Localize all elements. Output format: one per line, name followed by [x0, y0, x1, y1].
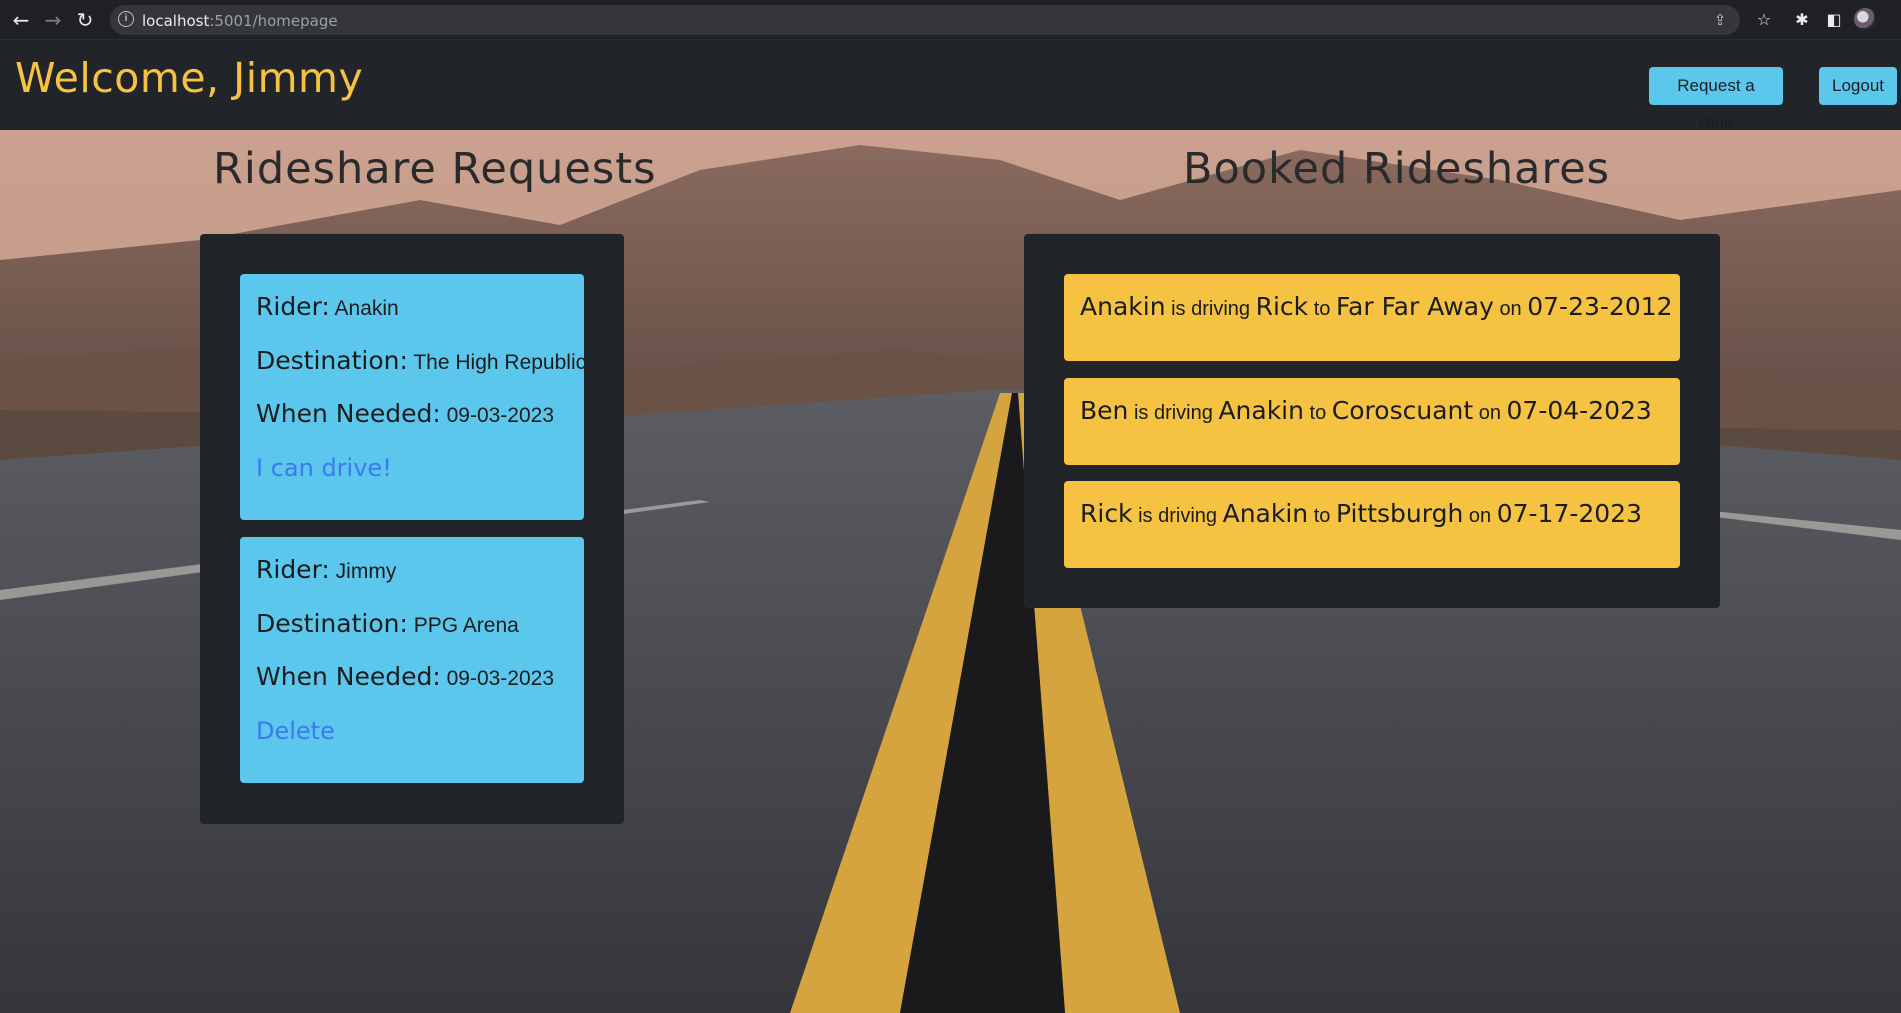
ride-date: 07-04-2023	[1506, 396, 1652, 425]
word-driving: is driving	[1133, 402, 1213, 424]
i-can-drive-link[interactable]: I can drive!	[256, 454, 392, 482]
delete-link[interactable]: Delete	[256, 717, 335, 745]
ride-date: 07-23-2012	[1527, 292, 1673, 321]
app-header: Welcome, Jimmy Request a Ride Logout	[0, 40, 1901, 133]
share-icon[interactable]: ⇪	[1710, 10, 1730, 30]
booked-summary: Ben is driving Anakin to Coroscuant on 0…	[1080, 396, 1652, 425]
destination-label: Destination:	[256, 609, 408, 638]
rider-name: Anakin	[1218, 396, 1304, 425]
back-icon[interactable]: ←	[8, 7, 34, 33]
rider-value: Jimmy	[335, 560, 397, 583]
booked-card: Rick is driving Anakin to Pittsburgh on …	[1064, 481, 1680, 568]
url-path: :5001/homepage	[209, 12, 338, 30]
destination-label: Destination:	[256, 346, 408, 375]
destination-row: Destination: The High Republic	[256, 346, 586, 375]
word-driving: is driving	[1138, 505, 1218, 527]
browser-toolbar: ← → ↻ i localhost:5001/homepage ⇪ ☆ ✱ ◧	[0, 0, 1901, 40]
destination-name: Pittsburgh	[1335, 499, 1464, 528]
driver-name: Ben	[1080, 396, 1129, 425]
desert-road-background: Rideshare Requests Booked Rideshares Rid…	[0, 130, 1901, 1013]
driver-name: Anakin	[1080, 292, 1166, 321]
word-on: on	[1468, 505, 1492, 527]
rider-name: Anakin	[1222, 499, 1309, 528]
when-row: When Needed: 09-03-2023	[256, 662, 554, 691]
reload-icon[interactable]: ↻	[72, 7, 98, 33]
forward-icon[interactable]: →	[40, 7, 66, 33]
word-on: on	[1478, 402, 1501, 424]
when-value: 09-03-2023	[446, 667, 555, 690]
site-info-icon[interactable]: i	[118, 11, 134, 27]
when-row: When Needed: 09-03-2023	[256, 399, 554, 428]
word-on: on	[1499, 298, 1522, 320]
word-to: to	[1309, 402, 1327, 424]
url-host: localhost	[142, 12, 210, 30]
booked-title: Booked Rideshares	[1183, 144, 1611, 194]
destination-name: Far Far Away	[1335, 292, 1494, 321]
request-card: Rider: Jimmy Destination: PPG Arena When…	[240, 537, 584, 783]
rider-name: Rick	[1255, 292, 1309, 321]
booked-summary: Rick is driving Anakin to Pittsburgh on …	[1080, 499, 1642, 528]
driver-name: Rick	[1080, 499, 1133, 528]
profile-avatar[interactable]	[1854, 8, 1876, 30]
url-text: localhost:5001/homepage	[142, 12, 338, 30]
destination-name: Coroscuant	[1331, 396, 1474, 425]
word-driving: is driving	[1171, 298, 1251, 320]
rider-label: Rider:	[256, 555, 330, 584]
logout-button[interactable]: Logout	[1819, 67, 1897, 105]
side-panel-icon[interactable]: ◧	[1822, 8, 1846, 32]
extensions-icon[interactable]: ✱	[1790, 8, 1814, 32]
ride-date: 07-17-2023	[1496, 499, 1642, 528]
request-ride-button[interactable]: Request a Ride	[1649, 67, 1783, 133]
address-bar[interactable]: i localhost:5001/homepage ⇪	[110, 5, 1740, 35]
requests-title: Rideshare Requests	[213, 144, 657, 194]
destination-value: PPG Arena	[413, 614, 519, 637]
welcome-heading: Welcome, Jimmy	[15, 54, 364, 102]
rider-value: Anakin	[334, 297, 399, 320]
destination-row: Destination: PPG Arena	[256, 609, 519, 638]
rider-row: Rider: Jimmy	[256, 555, 396, 584]
booked-panel: Anakin is driving Rick to Far Far Away o…	[1024, 234, 1720, 608]
when-label: When Needed:	[256, 662, 441, 691]
booked-card: Ben is driving Anakin to Coroscuant on 0…	[1064, 378, 1680, 465]
bookmark-star-icon[interactable]: ☆	[1752, 8, 1776, 32]
rider-label: Rider:	[256, 292, 330, 321]
booked-card: Anakin is driving Rick to Far Far Away o…	[1064, 274, 1680, 361]
rider-row: Rider: Anakin	[256, 292, 399, 321]
when-label: When Needed:	[256, 399, 441, 428]
destination-value: The High Republic	[413, 351, 587, 374]
request-card: Rider: Anakin Destination: The High Repu…	[240, 274, 586, 520]
booked-summary: Anakin is driving Rick to Far Far Away o…	[1080, 292, 1673, 321]
requests-panel: Rider: Anakin Destination: The High Repu…	[200, 234, 624, 824]
word-to: to	[1313, 298, 1331, 320]
when-value: 09-03-2023	[446, 404, 555, 427]
word-to: to	[1313, 505, 1331, 527]
